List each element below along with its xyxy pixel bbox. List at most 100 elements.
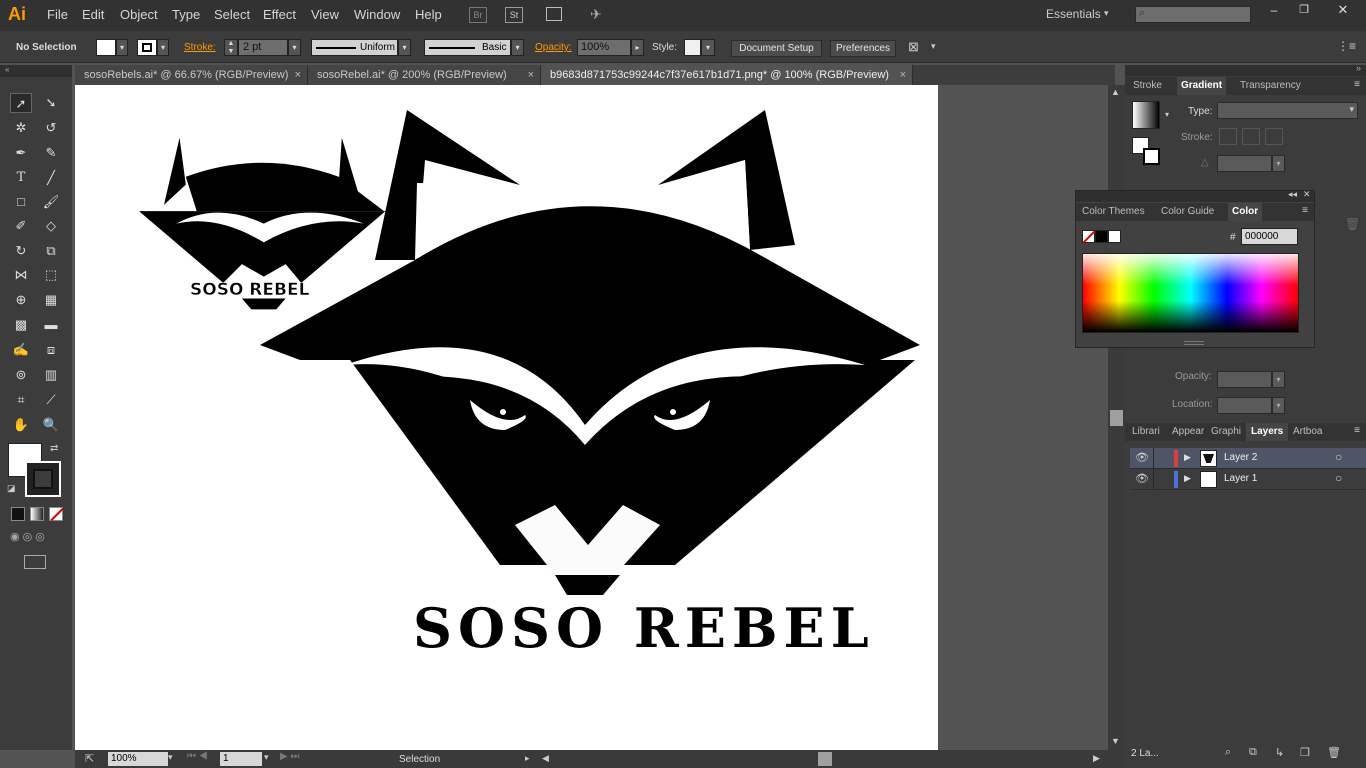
color-mode-icon[interactable] (11, 507, 25, 521)
shaper-tool-icon[interactable]: ✐ (10, 216, 32, 236)
zoom-tool-icon[interactable]: 🔍 (40, 415, 62, 435)
eraser-tool-icon[interactable]: ◇ (40, 216, 62, 236)
profile-dropdown[interactable]: ▾ (398, 39, 411, 56)
close-icon[interactable]: ✕ (1303, 189, 1311, 200)
stroke-across-icon[interactable] (1265, 128, 1283, 145)
search-input[interactable]: ⌕ (1135, 6, 1251, 23)
preferences-button[interactable]: Preferences (830, 40, 896, 57)
pen-tool-icon[interactable]: ✒ (10, 143, 32, 163)
stroke-swatch[interactable] (137, 39, 157, 56)
menu-edit[interactable]: Edit (82, 7, 104, 22)
arrange-documents-icon[interactable] (546, 7, 562, 21)
none-swatch[interactable] (1082, 230, 1096, 244)
perspective-grid-tool-icon[interactable]: ▦ (40, 290, 62, 310)
vertical-scrollbar[interactable]: ▲ ▼ (1108, 85, 1125, 750)
dock-header[interactable]: » (1125, 63, 1366, 76)
stroke-dropdown[interactable]: ▾ (157, 39, 169, 56)
close-icon[interactable]: × (528, 65, 534, 85)
shape-builder-tool-icon[interactable]: ⊕ (10, 290, 32, 310)
gradient-stroke-icon[interactable] (1143, 148, 1160, 165)
tab-sosorebel[interactable]: sosoRebel.ai* @ 200% (RGB/Preview) × (308, 65, 541, 85)
new-layer-icon[interactable]: ❐ (1300, 746, 1310, 759)
opacity-arrow[interactable]: ▸ (631, 39, 644, 56)
brush-dropdown[interactable]: ▾ (511, 39, 524, 56)
graphic-style-swatch[interactable] (684, 39, 701, 56)
artboard-number-field[interactable]: 1 (220, 752, 262, 766)
first-page-icon[interactable]: ⏮ ◀ (187, 751, 208, 762)
panel-menu-icon[interactable]: ≡ (1354, 425, 1360, 436)
expand-triangle-icon[interactable]: ▶ (1184, 473, 1191, 484)
default-colors-icon[interactable]: ◪ (7, 483, 16, 494)
last-page-icon[interactable]: ▶ ⏭ (280, 751, 299, 762)
scroll-down-arrow[interactable]: ▼ (1111, 736, 1120, 746)
panel-menu-icon[interactable]: ⋮≡ (1337, 39, 1356, 53)
artboard-canvas[interactable]: SOSO REBEL SOSO REBEL (75, 85, 938, 750)
scale-tool-icon[interactable]: ⧉ (40, 241, 62, 261)
brush-definition[interactable]: Basic (424, 39, 511, 56)
menu-select[interactable]: Select (214, 7, 250, 22)
fill-dropdown[interactable]: ▾ (116, 39, 128, 56)
tab-appearance[interactable]: Appear (1172, 423, 1204, 441)
paintbrush-tool-icon[interactable]: 🖌 (40, 192, 62, 212)
mesh-tool-icon[interactable]: ▩ (10, 315, 32, 335)
gradient-preview-swatch[interactable] (1132, 101, 1160, 129)
line-tool-icon[interactable]: ╱ (40, 168, 62, 188)
close-icon[interactable]: × (295, 65, 301, 85)
tab-libraries[interactable]: Librari (1132, 423, 1160, 441)
draw-modes-icon[interactable]: ◉ ◎ ◎ (10, 530, 62, 546)
restore-button[interactable]: ❐ (1294, 3, 1314, 18)
menu-object[interactable]: Object (120, 7, 158, 22)
width-tool-icon[interactable]: ⋈ (10, 265, 32, 285)
tab-gradient[interactable]: Gradient (1177, 77, 1227, 95)
eye-icon[interactable]: 👁 (1135, 451, 1149, 464)
stroke-color-box[interactable] (25, 461, 61, 497)
bridge-icon[interactable]: Br (469, 7, 487, 23)
blend-tool-icon[interactable]: ⧈ (40, 340, 62, 360)
gradient-mode-icon[interactable] (30, 507, 44, 521)
tab-color[interactable]: Color (1228, 203, 1263, 221)
scroll-left-arrow[interactable]: ◀ (542, 753, 549, 764)
curvature-tool-icon[interactable]: ✎ (40, 143, 62, 163)
close-button[interactable]: ✕ (1333, 2, 1353, 17)
trash-icon[interactable]: 🗑 (1345, 217, 1360, 231)
target-icon[interactable]: ○ (1335, 471, 1342, 485)
delete-layer-icon[interactable]: 🗑 (1327, 746, 1341, 759)
tab-color-themes[interactable]: Color Themes (1082, 203, 1145, 221)
stroke-along-icon[interactable] (1242, 128, 1260, 145)
hand-tool-icon[interactable]: ✋ (10, 415, 32, 435)
type-tool-icon[interactable]: T (10, 168, 32, 188)
tab-color-guide[interactable]: Color Guide (1161, 203, 1214, 221)
eyedropper-tool-icon[interactable]: ✍ (10, 340, 32, 360)
new-sublayer-icon[interactable]: ↳ (1275, 746, 1284, 759)
gradient-location-field[interactable] (1217, 397, 1272, 414)
white-swatch[interactable] (1108, 230, 1121, 243)
zoom-field[interactable]: 100% (108, 752, 168, 766)
layer-row-layer-2[interactable]: 👁 ▶ Layer 2 ○ (1130, 448, 1366, 469)
toolbox-header[interactable]: « (0, 65, 72, 77)
panel-menu-icon[interactable]: ≡ (1354, 79, 1360, 90)
magic-wand-tool-icon[interactable]: ✲ (10, 118, 32, 138)
gradient-tool-icon[interactable]: ▬ (40, 315, 62, 335)
workspace-switcher[interactable]: Essentials (1046, 7, 1101, 21)
menu-type[interactable]: Type (172, 7, 200, 22)
stroke-weight-field[interactable]: 2 pt (238, 39, 288, 56)
fill-swatch[interactable] (96, 39, 116, 56)
scroll-thumb[interactable] (1110, 410, 1123, 426)
eye-icon[interactable]: 👁 (1135, 472, 1149, 485)
slice-tool-icon[interactable]: ⟋ (40, 390, 62, 410)
tab-layers[interactable]: Layers (1246, 423, 1289, 441)
menu-effect[interactable]: Effect (263, 7, 296, 22)
opacity-dropdown[interactable]: ▾ (1272, 371, 1285, 388)
column-graph-tool-icon[interactable]: ▥ (40, 365, 62, 385)
layer-name[interactable]: Layer 1 (1224, 473, 1257, 484)
swap-colors-icon[interactable]: ⇄ (50, 443, 58, 454)
tab-sosorebels[interactable]: sosoRebels.ai* @ 66.67% (RGB/Preview) × (75, 65, 308, 85)
panel-menu-icon[interactable]: ≡ (1302, 205, 1308, 216)
resize-handle[interactable] (1184, 341, 1204, 345)
direct-selection-tool-icon[interactable]: ➘ (40, 93, 62, 113)
color-panel-header[interactable]: ◂◂ ✕ (1076, 189, 1314, 202)
tab-png-document[interactable]: b9683d871753c99244c7f37e617b1d71.png* @ … (541, 65, 913, 85)
layer-name[interactable]: Layer 2 (1224, 452, 1257, 463)
none-mode-icon[interactable] (49, 507, 64, 522)
chevron-down-icon[interactable]: ▾ (264, 752, 269, 763)
